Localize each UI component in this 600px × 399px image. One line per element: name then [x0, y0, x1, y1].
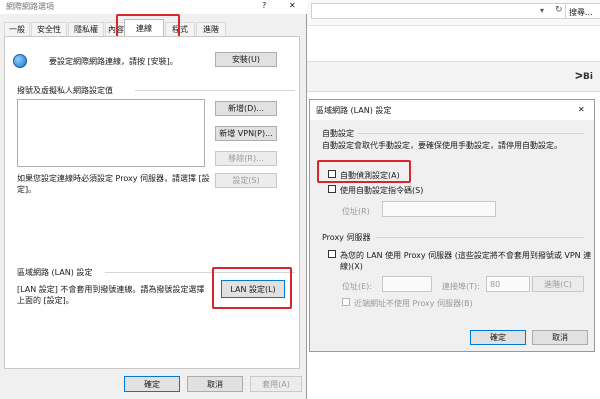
- use-proxy-label-2: 線)(X): [340, 262, 363, 271]
- auto-config-note: 自動設定會取代手動設定，要確保使用手動設定，請停用自動設定。: [322, 141, 562, 150]
- script-address-input[interactable]: [382, 201, 496, 217]
- auto-config-group-label: 自動設定: [322, 129, 354, 138]
- setup-text: 要設定網際網路連線，請按 [安裝]。: [49, 57, 178, 66]
- use-script-checkbox[interactable]: [328, 185, 336, 193]
- add-vpn-button[interactable]: 新增 VPN(P)...: [215, 126, 277, 141]
- lan-note-line-1: [LAN 設定] 不會套用到撥號連線。請為撥號設定選擇: [17, 285, 205, 294]
- remove-button[interactable]: 移除(R)...: [215, 151, 277, 166]
- lan-ok-button[interactable]: 確定: [470, 330, 526, 345]
- auto-config-divider: [358, 133, 584, 134]
- apply-button[interactable]: 套用(A): [250, 376, 302, 392]
- advanced-button[interactable]: 進階(C): [532, 276, 584, 292]
- proxy-group-label: Proxy 伺服器: [322, 233, 371, 242]
- use-script-label: 使用自動設定指令碼(S): [340, 186, 424, 195]
- port-input[interactable]: 80: [486, 276, 530, 292]
- title-bar: 網際網路選項 ? ✕: [0, 0, 307, 14]
- close-icon[interactable]: ✕: [289, 1, 296, 10]
- lan-group-label: 區域網路 (LAN) 設定: [17, 268, 93, 277]
- highlight-lan-button: [212, 267, 292, 309]
- dialup-group-divider: [135, 90, 295, 91]
- ok-button[interactable]: 確定: [124, 376, 180, 392]
- bypass-local-label: 近端網址不使用 Proxy 伺服器(B): [354, 299, 473, 308]
- dialup-group-label: 撥號及虛擬私人網路設定值: [17, 86, 113, 95]
- proxy-group-divider: [376, 237, 584, 238]
- lan-close-icon[interactable]: ✕: [578, 105, 585, 114]
- tab-general[interactable]: 一般: [4, 22, 30, 36]
- proxy-address-label: 位址(E):: [342, 282, 372, 291]
- tab-security[interactable]: 安全性: [31, 22, 67, 36]
- proxy-address-input[interactable]: [382, 276, 432, 292]
- lan-window-title: 區域網路 (LAN) 設定: [316, 106, 392, 115]
- search-box[interactable]: 搜尋...: [565, 3, 600, 19]
- tab-privacy[interactable]: 隱私權: [68, 22, 104, 36]
- connections-panel: 要設定網際網路連線，請按 [安裝]。 安裝(U) 撥號及虛擬私人網路設定值 新增…: [4, 36, 300, 369]
- lan-note-line-2: 上面的 [設定]。: [17, 296, 74, 305]
- highlight-auto-detect: [317, 160, 411, 183]
- internet-options-dialog: 網際網路選項 ? ✕ 一般 安全性 隱私權 內容 連線 程式 進階 要設定網際網…: [0, 0, 307, 399]
- reload-icon[interactable]: ↻: [555, 5, 563, 15]
- bing-logo: ᐳBi: [575, 72, 593, 82]
- bing-label: Bi: [582, 72, 593, 82]
- window-title: 網際網路選項: [6, 2, 54, 11]
- lan-settings-dialog: 區域網路 (LAN) 設定 ✕ 自動設定 自動設定會取代手動設定，要確保使用手動…: [309, 99, 595, 352]
- browser-tab-strip: [303, 26, 600, 62]
- setup-button[interactable]: 安裝(U): [215, 52, 277, 67]
- help-button[interactable]: ?: [262, 1, 266, 10]
- use-proxy-checkbox[interactable]: [328, 250, 336, 258]
- tab-advanced[interactable]: 進階: [196, 22, 226, 36]
- proxy-note-line-1: 如果您設定連線時必須設定 Proxy 伺服器，請選擇 [設: [17, 174, 210, 183]
- chevron-down-icon[interactable]: ▾: [540, 6, 544, 15]
- settings-button[interactable]: 設定(S): [215, 173, 277, 188]
- bypass-local-checkbox[interactable]: [342, 298, 350, 306]
- bing-icon: ᐳ: [575, 72, 583, 82]
- script-address-label: 位址(R): [342, 207, 370, 216]
- lan-title-bar: 區域網路 (LAN) 設定 ✕: [310, 100, 594, 120]
- proxy-note-line-2: 定]。: [17, 185, 37, 194]
- globe-icon: [13, 54, 27, 68]
- add-button[interactable]: 新增(D)...: [215, 101, 277, 116]
- lan-cancel-button[interactable]: 取消: [532, 330, 588, 345]
- use-proxy-label-1: 為您的 LAN 使用 Proxy 伺服器 (這些設定將不會套用到撥號或 VPN …: [340, 251, 592, 260]
- search-placeholder: 搜尋...: [569, 8, 593, 17]
- browser-content: [303, 62, 600, 92]
- cancel-button[interactable]: 取消: [187, 376, 243, 392]
- dialup-connection-list[interactable]: [17, 99, 205, 167]
- address-bar[interactable]: ▾ ↻: [311, 3, 566, 19]
- port-label: 連接埠(T):: [442, 282, 480, 291]
